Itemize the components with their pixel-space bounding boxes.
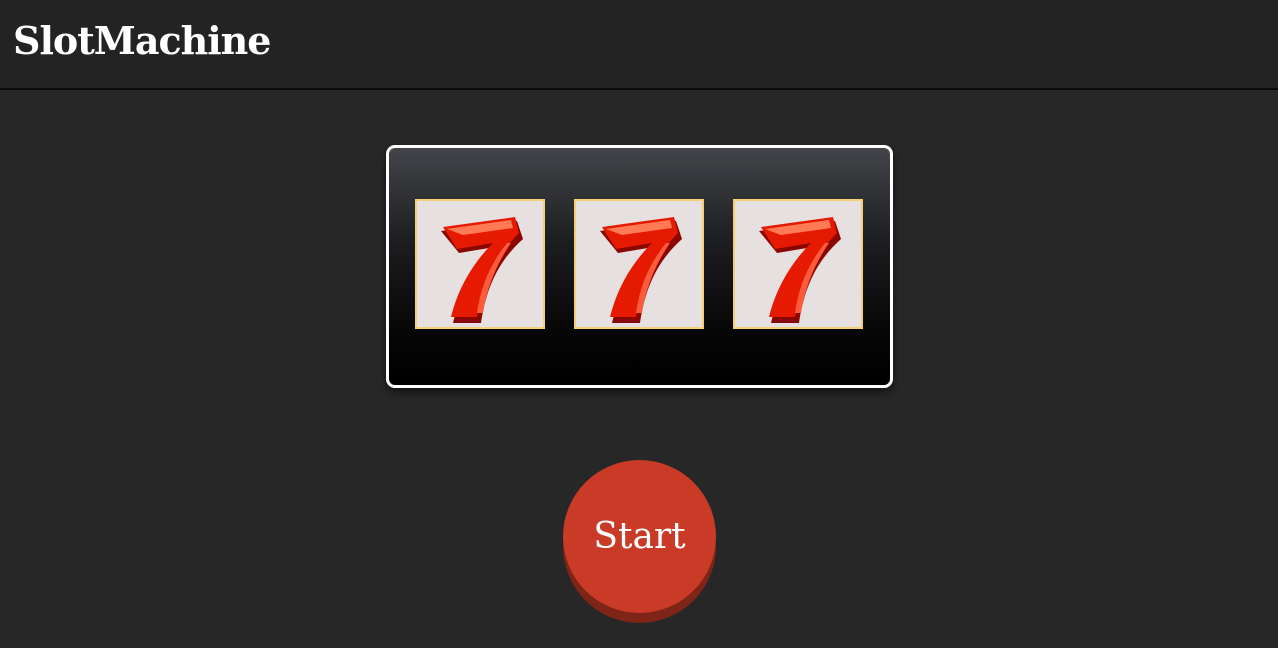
reel-2	[574, 199, 704, 329]
seven-icon	[600, 217, 682, 323]
app-header: SlotMachine	[0, 0, 1278, 90]
slot-machine-window	[386, 145, 893, 388]
reel-3	[733, 199, 863, 329]
app-title: SlotMachine	[13, 18, 271, 63]
seven-icon	[441, 217, 523, 323]
reel-1	[415, 199, 545, 329]
seven-icon	[759, 217, 841, 323]
start-button[interactable]: Start	[563, 460, 716, 613]
